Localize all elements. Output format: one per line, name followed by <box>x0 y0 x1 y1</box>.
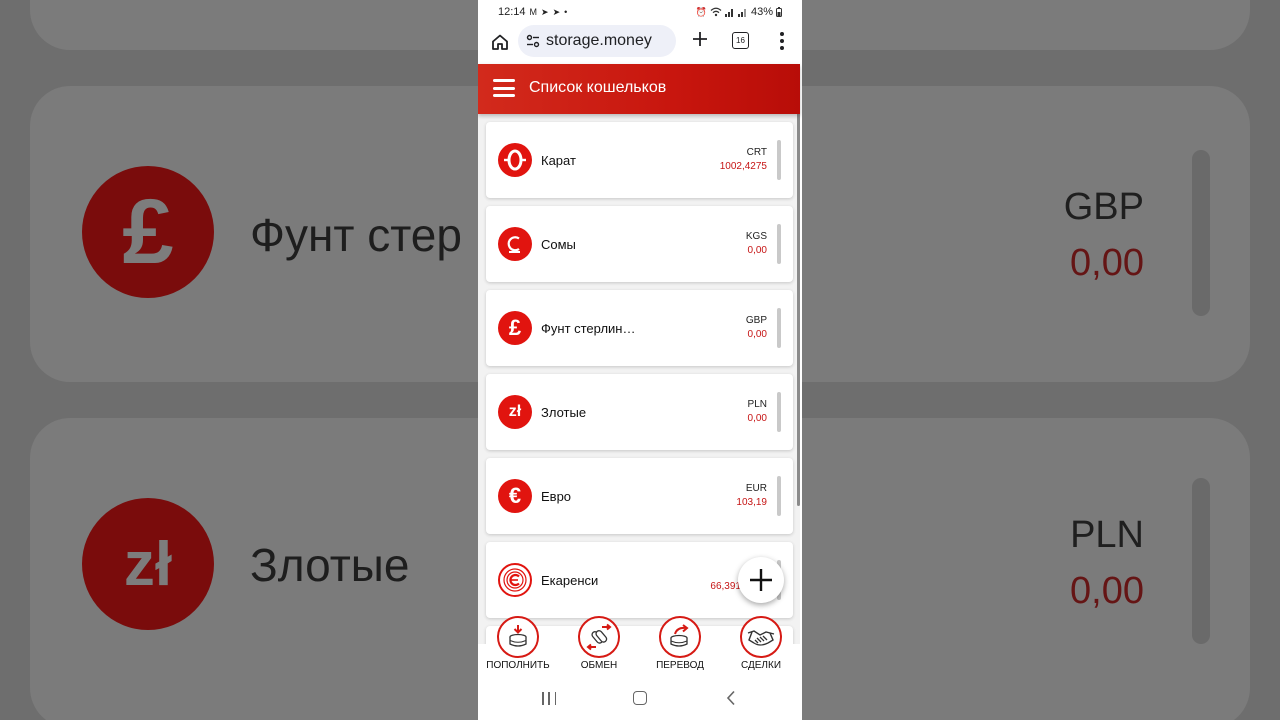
recents-icon[interactable] <box>542 692 556 706</box>
site-settings-icon <box>526 34 540 48</box>
wallet-name: Сомы <box>541 237 576 252</box>
wallet-drag-handle <box>777 140 781 180</box>
wallet-balance: 0,00 <box>747 245 767 256</box>
wallet-currency-code: EUR <box>745 483 767 494</box>
new-tab-button[interactable] <box>688 28 712 54</box>
battery-icon <box>776 7 782 17</box>
add-wallet-button[interactable] <box>738 557 784 603</box>
wallet-currency-code: KGS <box>745 231 767 242</box>
nav-transfer[interactable]: ПЕРЕВОД <box>640 616 720 671</box>
background-wallet-bar <box>1192 478 1210 644</box>
bottom-navigation: ПОПОЛНИТЬ ОБМЕН ПЕРЕВОД СДЕЛКИ <box>478 614 800 678</box>
page-title: Список кошельков <box>529 79 667 96</box>
wallet-currency-code: GBP <box>745 315 767 326</box>
nav-deals[interactable]: СДЕЛКИ <box>721 616 801 671</box>
nav-transfer-label: ПЕРЕВОД <box>656 660 704 671</box>
phone-screen: 12:14 M ➤ ➤ • ⏰ 43% storage.money 16 Спи… <box>478 0 802 720</box>
deposit-icon <box>497 616 539 658</box>
wallet-currency-code: PLN <box>747 399 767 410</box>
signal-icon <box>737 9 746 17</box>
home-button[interactable] <box>488 30 512 54</box>
background-wallet-name: Злотые <box>250 539 410 591</box>
wallet-balance: 0,00 <box>747 413 767 424</box>
wallet-card-kgs[interactable]: Сомы KGS 0,00 <box>486 206 793 282</box>
wifi-icon <box>710 7 722 17</box>
euro-coin-icon: € <box>498 479 532 513</box>
wallet-balance: 0,00 <box>747 329 767 340</box>
background-wallet-bar <box>1192 150 1210 316</box>
wallet-card-eur[interactable]: € Евро EUR 103,19 <box>486 458 793 534</box>
wallet-name: Карат <box>541 153 576 168</box>
zloty-coin-icon: zł <box>82 498 214 630</box>
wallet-drag-handle <box>777 308 781 348</box>
wallet-card-gbp[interactable]: £ Фунт стерлин… GBP 0,00 <box>486 290 793 366</box>
nav-deposit[interactable]: ПОПОЛНИТЬ <box>478 616 558 671</box>
wallet-balance: 1002,4275 <box>719 161 767 172</box>
tab-switcher-button[interactable]: 16 <box>732 32 749 49</box>
background-wallet-code: PLN <box>1070 514 1144 556</box>
deals-handshake-icon <box>740 616 782 658</box>
system-home-icon[interactable] <box>633 691 647 705</box>
wallet-name: Екаренси <box>541 573 599 588</box>
som-coin-icon <box>498 227 532 261</box>
wallet-balance: 103,19 <box>736 497 767 508</box>
pound-coin-icon: £ <box>82 166 214 298</box>
address-url: storage.money <box>546 32 652 49</box>
wallet-card-pln[interactable]: zł Злотые PLN 0,00 <box>486 374 793 450</box>
system-back-icon[interactable] <box>724 690 738 706</box>
browser-menu-button[interactable] <box>772 30 792 52</box>
wallet-name: Евро <box>541 489 572 504</box>
background-wallet-name: Фунт стер <box>250 209 462 261</box>
notification-dot-icon: • <box>564 7 568 17</box>
plus-icon <box>693 32 707 46</box>
alarm-icon: ⏰ <box>695 6 707 17</box>
telegram-icon: ➤ <box>541 6 549 17</box>
app-header: Список кошельков <box>478 64 800 114</box>
wallet-balance: 66,391 <box>710 581 741 592</box>
pound-coin-icon: £ <box>498 311 532 345</box>
scrollbar[interactable] <box>797 100 800 506</box>
background-wallet-value: 0,00 <box>1070 242 1144 284</box>
system-navigation-bar <box>478 678 802 720</box>
status-time: 12:14 <box>498 6 526 18</box>
ecurrency-coin-icon <box>498 563 532 597</box>
nav-deposit-label: ПОПОЛНИТЬ <box>486 660 550 671</box>
nav-deals-label: СДЕЛКИ <box>740 660 782 671</box>
telegram-icon: ➤ <box>552 6 561 17</box>
background-wallet-value: 0,00 <box>1070 570 1144 612</box>
status-bar: 12:14 M ➤ ➤ • ⏰ 43% <box>478 0 802 24</box>
hamburger-menu-icon[interactable] <box>493 79 515 97</box>
more-vert-icon <box>780 32 784 36</box>
address-bar[interactable]: storage.money <box>518 25 676 57</box>
transfer-icon <box>659 616 701 658</box>
browser-toolbar: storage.money 16 <box>478 24 802 64</box>
nav-exchange[interactable]: ОБМЕН <box>559 616 639 671</box>
background-wallet-code: GBP <box>1063 186 1144 228</box>
plus-icon <box>750 569 772 591</box>
home-icon <box>492 34 508 50</box>
carat-coin-icon <box>498 143 532 177</box>
signal-icon <box>724 9 733 17</box>
battery-percent: 43% <box>750 6 773 18</box>
exchange-icon <box>578 616 620 658</box>
gmail-icon: M <box>529 7 538 17</box>
wallet-card-crt[interactable]: Карат CRT 1002,4275 <box>486 122 793 198</box>
wallet-drag-handle <box>777 224 781 264</box>
wallet-name: Злотые <box>541 405 587 420</box>
wallet-drag-handle <box>777 392 781 432</box>
zloty-coin-icon: zł <box>498 395 532 429</box>
wallet-drag-handle <box>777 476 781 516</box>
wallet-currency-code: CRT <box>746 147 767 158</box>
nav-exchange-label: ОБМЕН <box>580 660 618 671</box>
wallet-name: Фунт стерлин… <box>541 321 636 336</box>
